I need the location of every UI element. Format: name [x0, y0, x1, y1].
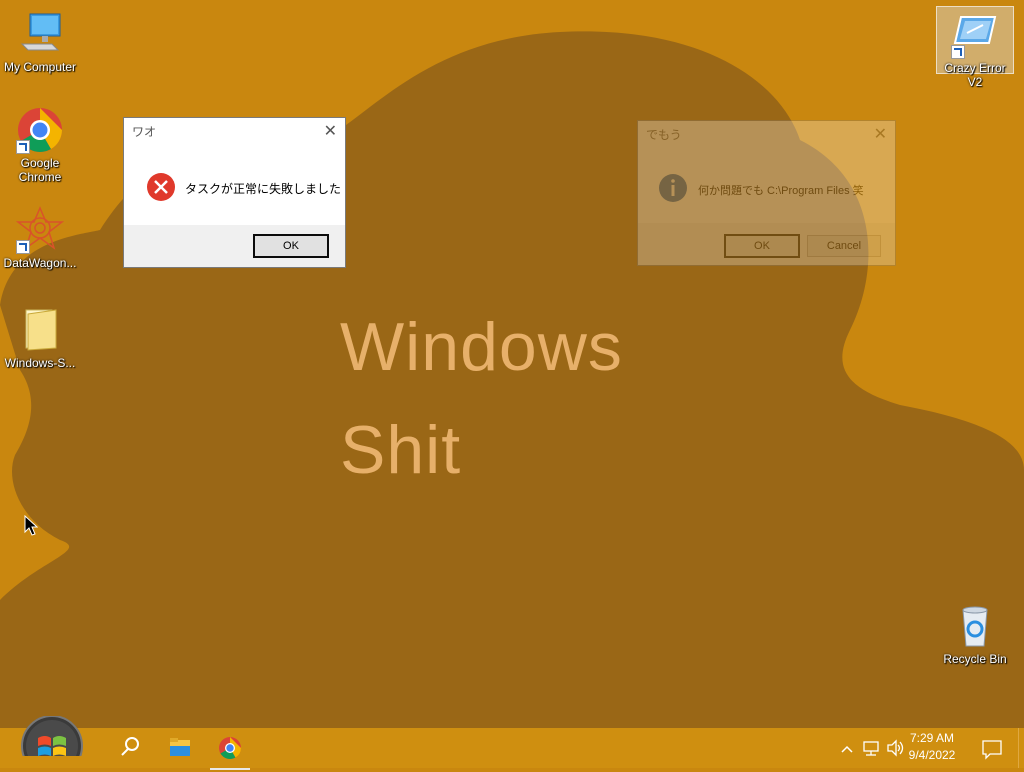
close-icon[interactable]: ✕: [874, 121, 887, 149]
desktop-icon-recycle-bin[interactable]: Recycle Bin: [935, 602, 1015, 666]
taskbar: 7:29 AM 9/4/2022: [0, 716, 1024, 770]
recycle-bin-icon: [951, 602, 999, 650]
network-icon: [863, 741, 879, 756]
mouse-cursor-icon: [24, 515, 38, 536]
dialog-footer: OK Cancel: [638, 223, 895, 265]
desktop-icon-label: Crazy Error V2: [944, 61, 1006, 89]
close-icon[interactable]: ✕: [324, 118, 337, 146]
shortcut-arrow-icon: [16, 140, 30, 154]
desktop-icon-label: Recycle Bin: [943, 652, 1007, 666]
chevron-up-icon: [841, 745, 853, 753]
error-dialog: ワオ ✕ タスクが正常に失敗しました OK: [123, 117, 346, 268]
wallpaper-text-line2: Shit: [340, 412, 462, 488]
taskbar-clock[interactable]: 7:29 AM 9/4/2022: [902, 730, 962, 764]
windows-logo-icon: [21, 716, 83, 756]
dialog-titlebar: ワオ ✕: [124, 118, 345, 146]
search-button[interactable]: [112, 728, 148, 768]
dialog-body: 何か問題でも C:\Program Files 笑: [638, 149, 895, 219]
ok-button[interactable]: OK: [253, 234, 329, 258]
chrome-icon: [16, 106, 64, 154]
start-button[interactable]: [18, 716, 86, 768]
search-icon: [121, 737, 139, 756]
show-hidden-icons-button[interactable]: [838, 728, 856, 768]
desktop-icon-my-computer[interactable]: My Computer: [0, 10, 80, 74]
network-tray-button[interactable]: [860, 728, 882, 768]
desktop-icon-google-chrome[interactable]: Google Chrome: [0, 106, 80, 184]
wallpaper-text-line1: Windows: [340, 309, 623, 385]
dialog-message: タスクが正常に失敗しました: [185, 182, 342, 196]
ok-button[interactable]: OK: [724, 234, 800, 258]
desktop-icon-crazy-error-v2[interactable]: Crazy Error V2: [936, 6, 1014, 89]
desktop-icon-label: My Computer: [3, 60, 77, 74]
dialog-footer: OK: [124, 225, 345, 267]
desktop-icon-label: Google Chrome: [18, 156, 62, 184]
computer-icon: [16, 10, 64, 58]
desktop-icon-windows-s[interactable]: Windows-S...: [0, 306, 80, 370]
shortcut-arrow-icon: [16, 240, 30, 254]
shortcut-arrow-icon: [951, 45, 965, 59]
dialog-message: 何か問題でも C:\Program Files 笑: [698, 185, 864, 197]
desktop-icon-label: Windows-S...: [4, 356, 76, 370]
error-icon: [147, 173, 175, 201]
crazy-error-icon: [951, 11, 999, 59]
chrome-icon: [219, 737, 241, 759]
datawagon-icon: [15, 206, 65, 254]
folder-icon: [16, 306, 64, 354]
dialog-title: ワオ: [132, 125, 157, 139]
cancel-button[interactable]: Cancel: [807, 235, 881, 257]
desktop-icon-datawagon[interactable]: DataWagon...: [0, 206, 80, 270]
folder-icon: [170, 738, 190, 756]
action-center-button[interactable]: [978, 728, 1006, 768]
notification-icon: [982, 740, 1002, 760]
show-desktop-button[interactable]: [1018, 728, 1024, 768]
dialog-titlebar: でもう ✕: [638, 121, 895, 149]
info-dialog: でもう ✕ 何か問題でも C:\Program Files 笑 OK Cance…: [637, 120, 896, 266]
dialog-title: でもう: [646, 128, 682, 142]
clock-time: 7:29 AM: [909, 731, 955, 745]
taskbar-chrome[interactable]: [210, 728, 250, 770]
info-icon: [659, 174, 687, 202]
desktop-icon-label: DataWagon...: [3, 256, 77, 270]
clock-date: 9/4/2022: [908, 748, 956, 762]
taskbar-file-explorer[interactable]: [162, 728, 198, 768]
dialog-body: タスクが正常に失敗しました: [124, 146, 345, 216]
